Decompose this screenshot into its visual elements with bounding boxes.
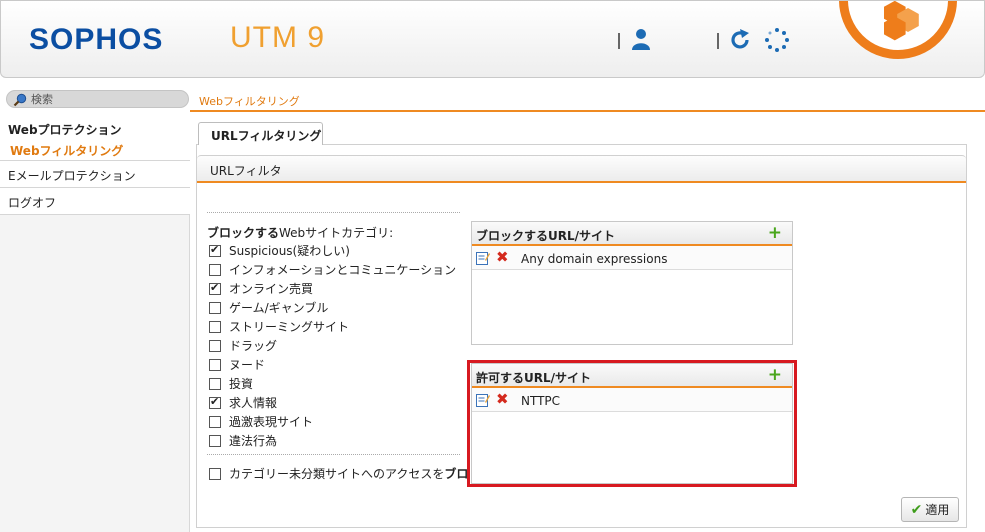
category-label: Suspicious(疑わしい): [229, 244, 350, 258]
category-label: ドラッグ: [229, 339, 278, 353]
search-icon: [13, 93, 27, 107]
category-label: 過激表現サイト: [229, 415, 314, 429]
tab-url-filtering[interactable]: URLフィルタリング: [198, 122, 323, 145]
panel-title: URLフィルタ: [210, 164, 282, 178]
category-row[interactable]: ゲーム/ギャンブル: [209, 298, 456, 317]
divider: [207, 454, 460, 455]
refresh-icon[interactable]: [728, 28, 752, 52]
category-label: 求人情報: [229, 396, 278, 410]
blocked-url-box-title: ブロックするURL/サイト: [476, 229, 616, 243]
category-checkbox[interactable]: [209, 281, 221, 295]
category-checkbox[interactable]: [209, 339, 221, 352]
category-row[interactable]: ドラッグ: [209, 336, 456, 355]
apply-button[interactable]: ✔ 適用: [901, 497, 959, 522]
sidebar: Webプロテクション Webフィルタリング Eメールプロテクション ログオフ: [0, 112, 190, 532]
category-row[interactable]: オンライン売買: [209, 279, 456, 298]
category-label: ゲーム/ギャンブル: [229, 301, 329, 315]
category-checkbox[interactable]: [209, 320, 221, 333]
breadcrumb[interactable]: Webフィルタリング: [199, 93, 300, 109]
edit-icon[interactable]: [476, 251, 490, 265]
sidebar-group-web-protection: Webプロテクション Webフィルタリング: [0, 112, 190, 161]
uncategorized-row[interactable]: カテゴリー未分類サイトへのアクセスをブロック: [209, 465, 467, 482]
panel-header: [197, 155, 966, 183]
sidebar-item-email-protection[interactable]: Eメールプロテクション: [8, 167, 136, 184]
search-input[interactable]: [31, 92, 181, 107]
category-checkbox[interactable]: [209, 377, 221, 390]
spinner-icon: [765, 28, 789, 52]
uncategorized-label-bold: ブロック: [444, 467, 467, 481]
uncategorized-label: カテゴリー未分類サイトへのアクセスを: [229, 467, 445, 481]
category-row[interactable]: ヌード: [209, 355, 456, 374]
uncategorized-checkbox[interactable]: [209, 467, 221, 480]
category-checkbox[interactable]: [209, 434, 221, 447]
category-checkbox[interactable]: [209, 415, 221, 428]
category-checkbox[interactable]: [209, 358, 221, 371]
category-label: インフォメーションとコミュニケーション: [229, 263, 457, 277]
blocked-url-box-header: ブロックするURL/サイト +: [472, 222, 792, 246]
divider: [190, 110, 985, 112]
apply-button-label: 適用: [925, 503, 950, 517]
category-label: 違法行為: [229, 434, 278, 448]
category-label: オンライン売買: [229, 282, 314, 296]
blocked-url-box: ブロックするURL/サイト + ✖ Any domain expressions: [471, 221, 793, 345]
user-icon[interactable]: [629, 27, 653, 51]
highlight-frame: [467, 360, 797, 487]
category-row[interactable]: ストリーミングサイト: [209, 317, 456, 336]
blocked-url-entry: Any domain expressions: [521, 252, 668, 266]
divider: [207, 212, 460, 213]
category-list: Suspicious(疑わしい) インフォメーションとコミュニケーション オンラ…: [209, 241, 456, 450]
category-checkbox[interactable]: [209, 301, 221, 314]
check-icon: ✔: [910, 501, 923, 518]
category-row[interactable]: 過激表現サイト: [209, 412, 456, 431]
app-header: SOPHOS UTM 9: [0, 0, 985, 78]
delete-icon[interactable]: ✖: [496, 249, 509, 265]
category-checkbox[interactable]: [209, 395, 221, 409]
category-row[interactable]: 違法行為: [209, 431, 456, 450]
category-row[interactable]: 求人情報: [209, 393, 456, 412]
category-label: ヌード: [229, 358, 266, 372]
category-heading-bold: ブロックする: [207, 226, 280, 240]
plus-icon[interactable]: +: [768, 224, 782, 242]
category-checkbox[interactable]: [209, 243, 221, 257]
sophos-logo: SOPHOS: [29, 23, 164, 56]
category-checkbox[interactable]: [209, 263, 221, 276]
sidebar-item-web-filtering[interactable]: Webフィルタリング: [10, 142, 123, 159]
product-name: UTM 9: [230, 21, 325, 54]
search-box: [6, 90, 189, 108]
category-label: ストリーミングサイト: [229, 320, 350, 334]
sidebar-group-email: Eメールプロテクション: [0, 161, 190, 188]
category-label: 投資: [229, 377, 254, 391]
header-separator: [618, 33, 620, 49]
category-heading-text: Webサイトカテゴリ:: [279, 226, 394, 240]
brand-badge: [839, 1, 957, 59]
sidebar-item-web-protection[interactable]: Webプロテクション: [8, 121, 122, 138]
sidebar-group-logoff: ログオフ: [0, 188, 190, 215]
category-row[interactable]: 投資: [209, 374, 456, 393]
category-row[interactable]: インフォメーションとコミュニケーション: [209, 260, 456, 279]
sidebar-item-logoff[interactable]: ログオフ: [8, 194, 56, 211]
hexagon-icon: [884, 1, 919, 41]
header-separator: [717, 33, 719, 49]
list-item: ✖ Any domain expressions: [472, 246, 792, 270]
category-heading: ブロックするWebサイトカテゴリ:: [207, 224, 393, 241]
category-row[interactable]: Suspicious(疑わしい): [209, 241, 456, 260]
